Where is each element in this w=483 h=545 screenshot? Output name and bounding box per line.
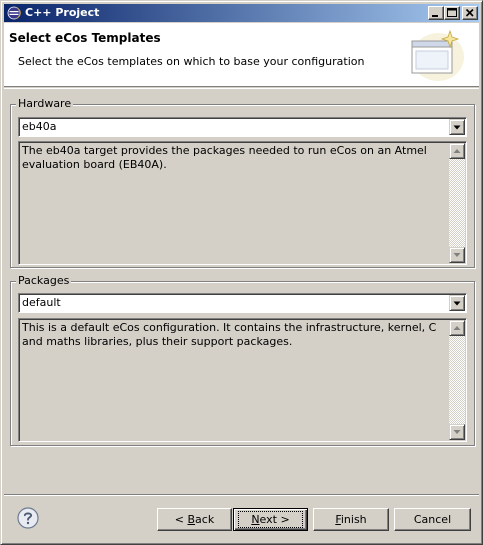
footer-separator [4,494,479,496]
hardware-combo[interactable]: eb40a [18,117,467,137]
hardware-group: Hardware eb40a The eb40a target provides… [10,97,475,268]
packages-scrollbar[interactable] [449,320,465,440]
arrow-up-icon [453,326,461,330]
page-description: Select the eCos templates on which to ba… [18,55,365,68]
packages-group: Packages default This is a default eCos … [10,274,475,446]
arrow-down-icon [453,430,461,434]
back-button[interactable]: < Back [157,508,232,531]
scroll-up-button[interactable] [449,320,465,336]
packages-combo-value: default [22,296,61,309]
finish-button[interactable]: Finish [313,508,389,531]
close-icon [465,8,474,17]
hardware-label: Hardware [16,97,74,111]
next-button[interactable]: Next > [233,508,308,531]
maximize-icon [447,8,457,17]
hardware-dropdown-button[interactable] [449,119,465,135]
packages-combo[interactable]: default [18,293,467,313]
arrow-up-icon [453,149,461,153]
scroll-down-button[interactable] [449,247,465,263]
help-icon[interactable] [17,507,39,529]
wizard-banner-icon [411,29,464,81]
maximize-button[interactable] [444,6,460,20]
chevron-down-icon [453,125,461,130]
cancel-button[interactable]: Cancel [394,508,471,531]
packages-dropdown-button[interactable] [449,295,465,311]
back-button-label: < Back [174,513,215,526]
close-button[interactable] [462,6,478,20]
header-separator [4,88,479,89]
chevron-down-icon [453,301,461,306]
hardware-combo-value: eb40a [22,120,57,133]
page-title: Select eCos Templates [9,31,161,45]
hardware-description: The eb40a target provides the packages n… [22,144,427,171]
eclipse-icon [7,6,21,20]
title-bar[interactable]: C++ Project [4,4,479,22]
wizard-window: C++ Project Select eCos Templates Select… [0,0,483,545]
packages-description-box[interactable]: This is a default eCos configuration. It… [18,318,467,442]
scroll-down-button[interactable] [449,424,465,440]
packages-label: Packages [16,274,72,288]
minimize-icon [432,15,438,17]
next-button-label: Next > [238,511,303,528]
packages-description: This is a default eCos configuration. It… [22,321,437,348]
hardware-scrollbar[interactable] [449,143,465,263]
arrow-down-icon [453,253,461,257]
window-title: C++ Project [25,6,100,19]
scroll-up-button[interactable] [449,143,465,159]
finish-button-label: Finish [335,513,367,526]
hardware-description-box[interactable]: The eb40a target provides the packages n… [18,141,467,265]
cancel-button-label: Cancel [413,513,452,526]
wizard-header: Select eCos Templates Select the eCos te… [4,23,479,87]
minimize-button[interactable] [428,6,444,20]
